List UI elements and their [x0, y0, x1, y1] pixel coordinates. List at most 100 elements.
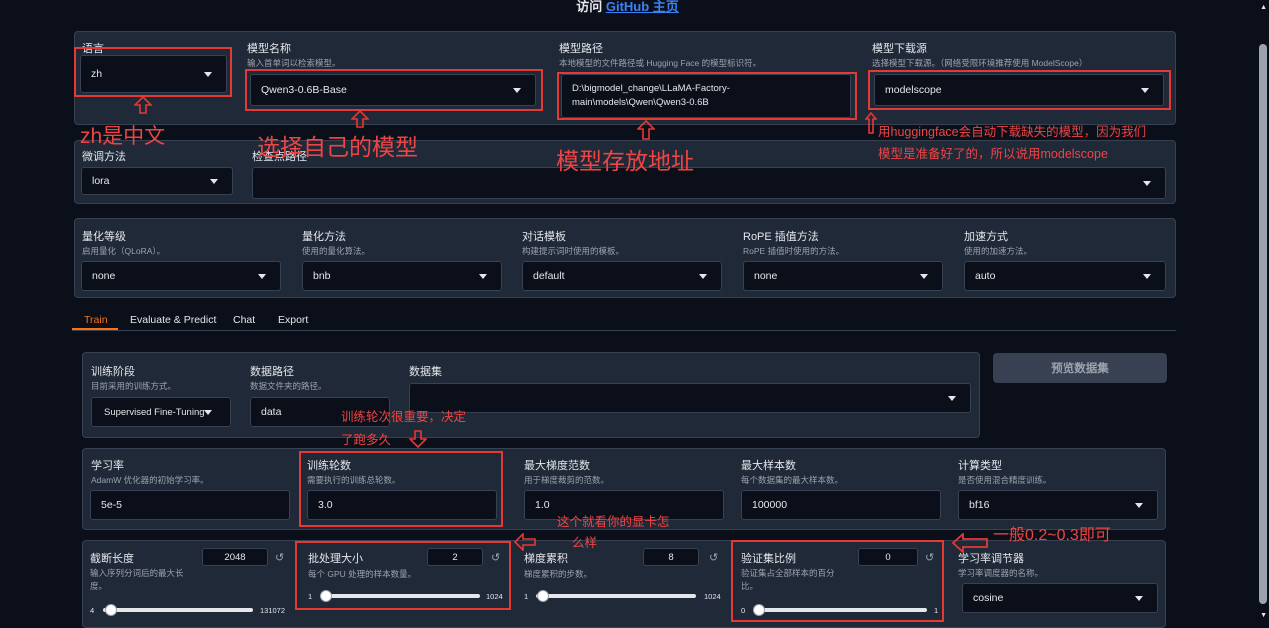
tab-train-underline [72, 328, 118, 330]
quant-bit-select[interactable]: none [81, 261, 281, 291]
tab-evaluate[interactable]: Evaluate & Predict [130, 314, 216, 326]
reset-icon[interactable]: ↺ [275, 551, 284, 564]
accum-slider-track [536, 594, 696, 598]
chevron-down-icon [479, 274, 487, 279]
accum-min: 1 [524, 592, 529, 601]
template-label: 对话模板 [522, 231, 566, 243]
booster-sub: 使用的加速方法。 [964, 246, 1033, 256]
arrow-down-icon [409, 430, 427, 448]
github-link[interactable]: GitHub 主页 [606, 0, 679, 14]
quant-method-sub: 使用的量化算法。 [302, 246, 371, 256]
compute-type-label: 计算类型 [958, 460, 1002, 472]
finetune-select[interactable]: lora [81, 167, 233, 195]
cutoff-slider-track [103, 608, 253, 612]
quant-method-select[interactable]: bnb [302, 261, 502, 291]
chevron-down-icon [1135, 596, 1143, 601]
model-name-label: 模型名称 [247, 43, 291, 55]
chevron-down-icon [699, 274, 707, 279]
grad-norm-sub: 用于梯度裁剪的范数。 [524, 475, 610, 485]
arrow-left-icon [952, 533, 988, 553]
finetune-label: 微调方法 [82, 151, 126, 163]
max-samples-label: 最大样本数 [741, 460, 796, 472]
accum-max: 1024 [704, 592, 721, 601]
dataset-label: 数据集 [409, 366, 442, 378]
annotation-source-1: 用huggingface会自动下载缺失的模型，因为我们 [878, 125, 1147, 139]
tab-export[interactable]: Export [278, 314, 308, 326]
quant-method-label: 量化方法 [302, 231, 346, 243]
annotation-box-source [868, 70, 1171, 110]
cutoff-number[interactable]: 2048 [202, 548, 268, 566]
template-sub: 构建提示词时使用的模板。 [522, 246, 625, 256]
booster-label: 加速方式 [964, 231, 1008, 243]
annotation-val: 一般0.2~0.3即可 [993, 527, 1111, 544]
annotation-epochs-2: 了跑多久 [341, 433, 392, 447]
arrow-up-icon [351, 110, 369, 128]
model-name-sub: 输入首单词以检索模型。 [247, 58, 341, 68]
rope-sub: RoPE 插值时使用的方法。 [743, 246, 845, 256]
quant-bit-sub: 启用量化（QLoRA）。 [82, 246, 166, 256]
annotation-box-batch [295, 541, 511, 610]
scheduler-select[interactable]: cosine [962, 583, 1158, 613]
chevron-down-icon [1143, 181, 1151, 186]
model-path-sub: 本地模型的文件路径或 Hugging Face 的模型标识符。 [559, 58, 762, 68]
chevron-down-icon [258, 274, 266, 279]
tab-chat[interactable]: Chat [233, 314, 255, 326]
reset-icon[interactable]: ↺ [709, 551, 718, 564]
annotation-source-2: 模型是准备好了的，所以说用modelscope [878, 147, 1108, 161]
annotation-box-model [245, 69, 543, 111]
accum-slider-thumb[interactable] [537, 590, 550, 602]
grad-norm-label: 最大梯度范数 [524, 460, 590, 472]
model-path-label: 模型路径 [559, 43, 603, 55]
chevron-down-icon [1135, 503, 1143, 508]
annotation-box-path [557, 72, 857, 120]
annotation-model: 选择自己的模型 [257, 134, 418, 160]
quant-bit-label: 量化等级 [82, 231, 126, 243]
lr-sub: AdamW 优化器的初始学习率。 [91, 475, 209, 485]
annotation-lang: zh是中文 [80, 125, 166, 148]
arrow-up-icon [637, 120, 655, 140]
booster-select[interactable]: auto [964, 261, 1166, 291]
grad-accum-number[interactable]: 8 [643, 548, 699, 566]
max-samples-sub: 每个数据集的最大样本数。 [741, 475, 844, 485]
dataset-dir-label: 数据路径 [250, 366, 294, 378]
compute-type-sub: 是否使用混合精度训练。 [958, 475, 1052, 485]
template-select[interactable]: default [522, 261, 722, 291]
tab-divider [72, 330, 1176, 331]
arrow-up-icon [865, 112, 877, 134]
rope-select[interactable]: none [743, 261, 943, 291]
cutoff-max: 131072 [260, 606, 286, 615]
chevron-down-icon [920, 274, 928, 279]
stage-select[interactable]: Supervised Fine-Tuning [91, 397, 231, 427]
cutoff-sub-2: 度。 [90, 581, 108, 591]
header-text: 访问 GitHub 主页 [576, 0, 679, 14]
arrow-up-icon [134, 96, 152, 114]
cutoff-min: 4 [90, 606, 95, 615]
dataset-select[interactable] [409, 383, 971, 413]
preview-dataset-button[interactable]: 预览数据集 [993, 353, 1167, 383]
scroll-down-icon[interactable]: ▼ [1260, 612, 1267, 619]
chevron-down-icon [210, 179, 218, 184]
annotation-batch-2: 么样 [572, 536, 598, 550]
scheduler-sub: 学习率调度器的名称。 [958, 568, 1044, 578]
grad-accum-sub: 梯度累积的步数。 [524, 569, 593, 579]
max-samples-input[interactable]: 100000 [741, 490, 941, 520]
annotation-epochs-1: 训练轮次很重要，决定 [341, 410, 467, 424]
annotation-box-val [731, 540, 944, 622]
cutoff-sub: 输入序列分词后的最大长 [90, 568, 184, 578]
tab-train[interactable]: Train [84, 314, 108, 326]
lr-input[interactable]: 5e-5 [90, 490, 290, 520]
dataset-dir-sub: 数据文件夹的路径。 [250, 381, 327, 391]
checkpoint-select[interactable] [252, 167, 1166, 199]
annotation-batch-1: 这个就看你的显卡怎 [557, 515, 670, 529]
download-source-label: 模型下载源 [872, 43, 927, 55]
lr-label: 学习率 [91, 460, 124, 472]
scrollbar-thumb[interactable] [1259, 44, 1267, 604]
scroll-up-icon[interactable]: ▲ [1260, 4, 1267, 11]
chevron-down-icon [948, 396, 956, 401]
annotation-box-epochs [299, 451, 503, 527]
annotation-path: 模型存放地址 [556, 148, 694, 174]
chevron-down-icon [204, 410, 212, 415]
grad-accum-label: 梯度累积 [524, 553, 568, 565]
stage-label: 训练阶段 [91, 366, 135, 378]
compute-type-select[interactable]: bf16 [958, 490, 1158, 520]
